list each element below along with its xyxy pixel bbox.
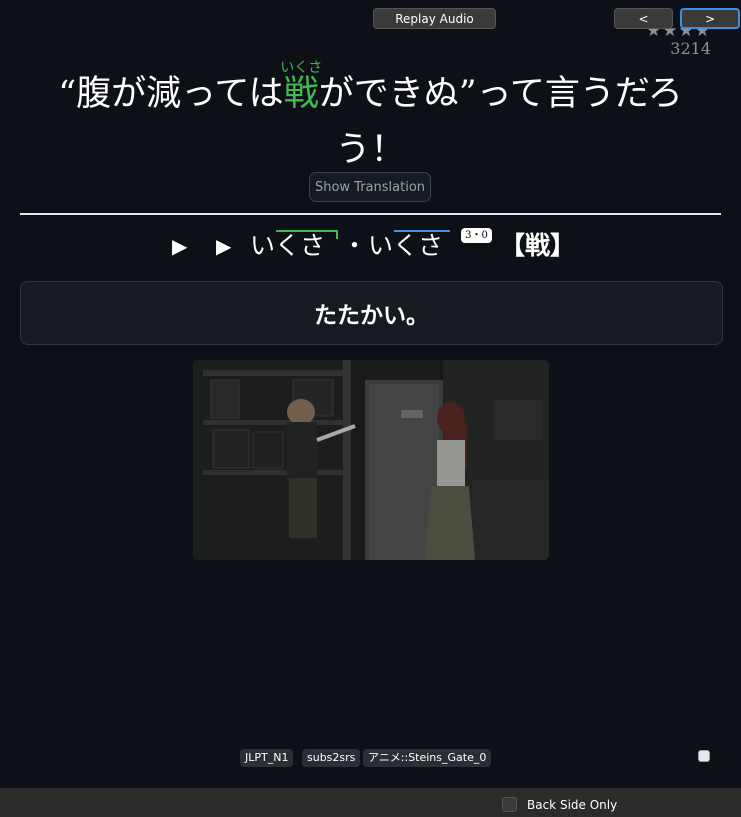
sentence-after: ができぬ”って言うだろう！ (318, 74, 683, 170)
tag-jlpt-n1[interactable]: JLPT_N1 (240, 749, 294, 767)
replay-audio-button[interactable]: Replay Audio (373, 8, 496, 29)
sentence-before: “腹が減っては (58, 74, 284, 114)
kanji-headword: 【戦】 (500, 231, 576, 260)
back-side-only-label: Back Side Only (527, 798, 618, 812)
definition-box: たたかい。 (20, 281, 723, 345)
tag-subs2srs[interactable]: subs2srs (302, 749, 361, 767)
frequency-count: 3214 (670, 39, 711, 58)
card-checkbox[interactable] (698, 750, 710, 762)
play-pitch-audio-icon[interactable]: ▶ (216, 224, 231, 268)
pitch-accent-badge: 3・0 (461, 228, 492, 243)
anime-screenshot (193, 360, 549, 560)
target-word-furigana: いくさ (280, 60, 323, 76)
reading-separator: ・ (342, 231, 368, 260)
bottom-toolbar (0, 788, 741, 817)
tag-list: JLPT_N1 subs2srs アニメ::Steins_Gate_0 (0, 749, 741, 769)
next-button[interactable]: > (680, 8, 740, 29)
show-translation-button[interactable]: Show Translation (309, 172, 431, 202)
card-area: ★★★★ 3214 “腹が減っては戦いくさができぬ”って言うだろう！ Show … (0, 0, 741, 788)
reading-1: いくさ (250, 231, 326, 260)
example-sentence: “腹が減っては戦いくさができぬ”って言うだろう！ (40, 60, 701, 178)
tag-anime-steins-gate-0[interactable]: アニメ::Steins_Gate_0 (363, 749, 492, 767)
back-side-only-checkbox[interactable] (502, 797, 517, 812)
target-word: 戦いくさ (280, 60, 322, 114)
target-word-kanji: 戦 (280, 74, 323, 114)
previous-button[interactable]: < (614, 8, 673, 29)
play-word-audio-icon[interactable]: ▶ (172, 224, 187, 268)
reading-2: いくさ (368, 231, 444, 260)
divider (20, 213, 721, 215)
definition-text: たたかい。 (314, 303, 429, 329)
anime-scene-image (193, 360, 549, 560)
reading-row: ▶ ▶ いくさ ・ いくさ 3・0 【戦】 (0, 224, 741, 268)
